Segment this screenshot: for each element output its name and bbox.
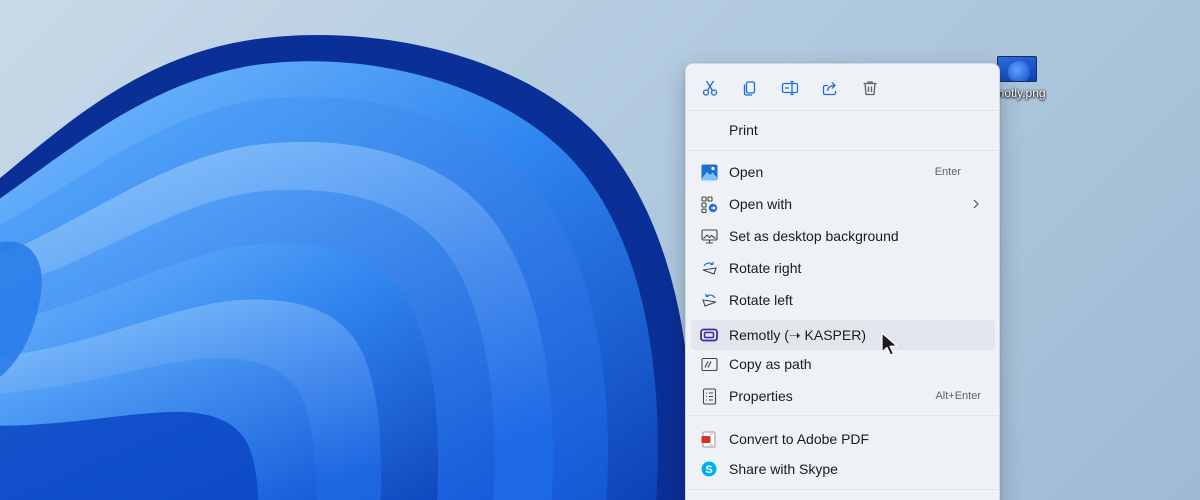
menu-item-convert-to-adobe-pdf[interactable]: Convert to Adobe PDF (691, 424, 995, 454)
scissors-icon (702, 80, 718, 96)
rename-button[interactable] (775, 74, 805, 102)
image-file-icon (997, 56, 1037, 82)
menu-separator (686, 150, 999, 151)
chevron-right-icon (973, 199, 979, 209)
mouse-cursor-icon (881, 332, 898, 356)
svg-text:S: S (705, 464, 712, 476)
desktop-background-icon (700, 227, 718, 245)
copy-button[interactable] (735, 74, 765, 102)
delete-button[interactable] (855, 74, 885, 102)
share-button[interactable] (815, 74, 845, 102)
adobe-pdf-icon (700, 430, 718, 448)
menu-separator (686, 415, 999, 416)
context-menu: Print Open Enter Open with Set as deskto… (685, 63, 1000, 500)
menu-item-label: Open with (729, 196, 793, 212)
rename-icon (781, 80, 799, 96)
context-menu-toolbar (686, 64, 999, 110)
trash-icon (863, 81, 877, 96)
menu-item-properties[interactable]: Properties Alt+Enter (691, 381, 995, 411)
menu-item-rotate-right[interactable]: Rotate right (691, 253, 995, 283)
menu-item-label: Copy as path (729, 356, 812, 372)
menu-separator (686, 110, 999, 111)
menu-item-set-desktop-background[interactable]: Set as desktop background (691, 221, 995, 251)
menu-item-open-with[interactable]: Open with (691, 189, 995, 219)
open-with-icon (700, 195, 718, 213)
share-icon (822, 82, 837, 96)
menu-item-label: Print (729, 122, 758, 138)
menu-item-rotate-left[interactable]: Rotate left (691, 285, 995, 315)
rotate-left-icon (700, 291, 718, 309)
menu-item-label: Set as desktop background (729, 228, 899, 244)
menu-item-label: Remotly (➝ KASPER) (729, 327, 866, 343)
cut-button[interactable] (695, 74, 725, 102)
shortcut-label: Enter (934, 166, 961, 178)
photos-icon (700, 163, 718, 181)
menu-item-label: Share with Skype (729, 461, 838, 477)
menu-item-label: Open (729, 164, 764, 180)
rotate-right-icon (700, 259, 718, 277)
menu-separator (686, 489, 999, 490)
properties-icon (700, 387, 718, 405)
shortcut-label: Alt+Enter (935, 390, 981, 402)
menu-item-open[interactable]: Open Enter (691, 157, 995, 187)
menu-item-label: Rotate left (729, 292, 793, 308)
copy-icon (743, 81, 756, 96)
menu-item-share-with-skype[interactable]: S Share with Skype (691, 454, 995, 484)
menu-item-remotly[interactable]: Remotly (➝ KASPER) (691, 320, 995, 350)
remotly-icon (700, 326, 718, 344)
copy-path-icon (700, 355, 718, 373)
menu-item-copy-as-path[interactable]: Copy as path (691, 349, 995, 379)
menu-item-label: Convert to Adobe PDF (729, 431, 870, 447)
menu-item-print[interactable]: Print (691, 115, 995, 145)
skype-icon: S (700, 460, 718, 478)
menu-item-label: Properties (729, 388, 793, 404)
menu-item-label: Rotate right (729, 260, 802, 276)
